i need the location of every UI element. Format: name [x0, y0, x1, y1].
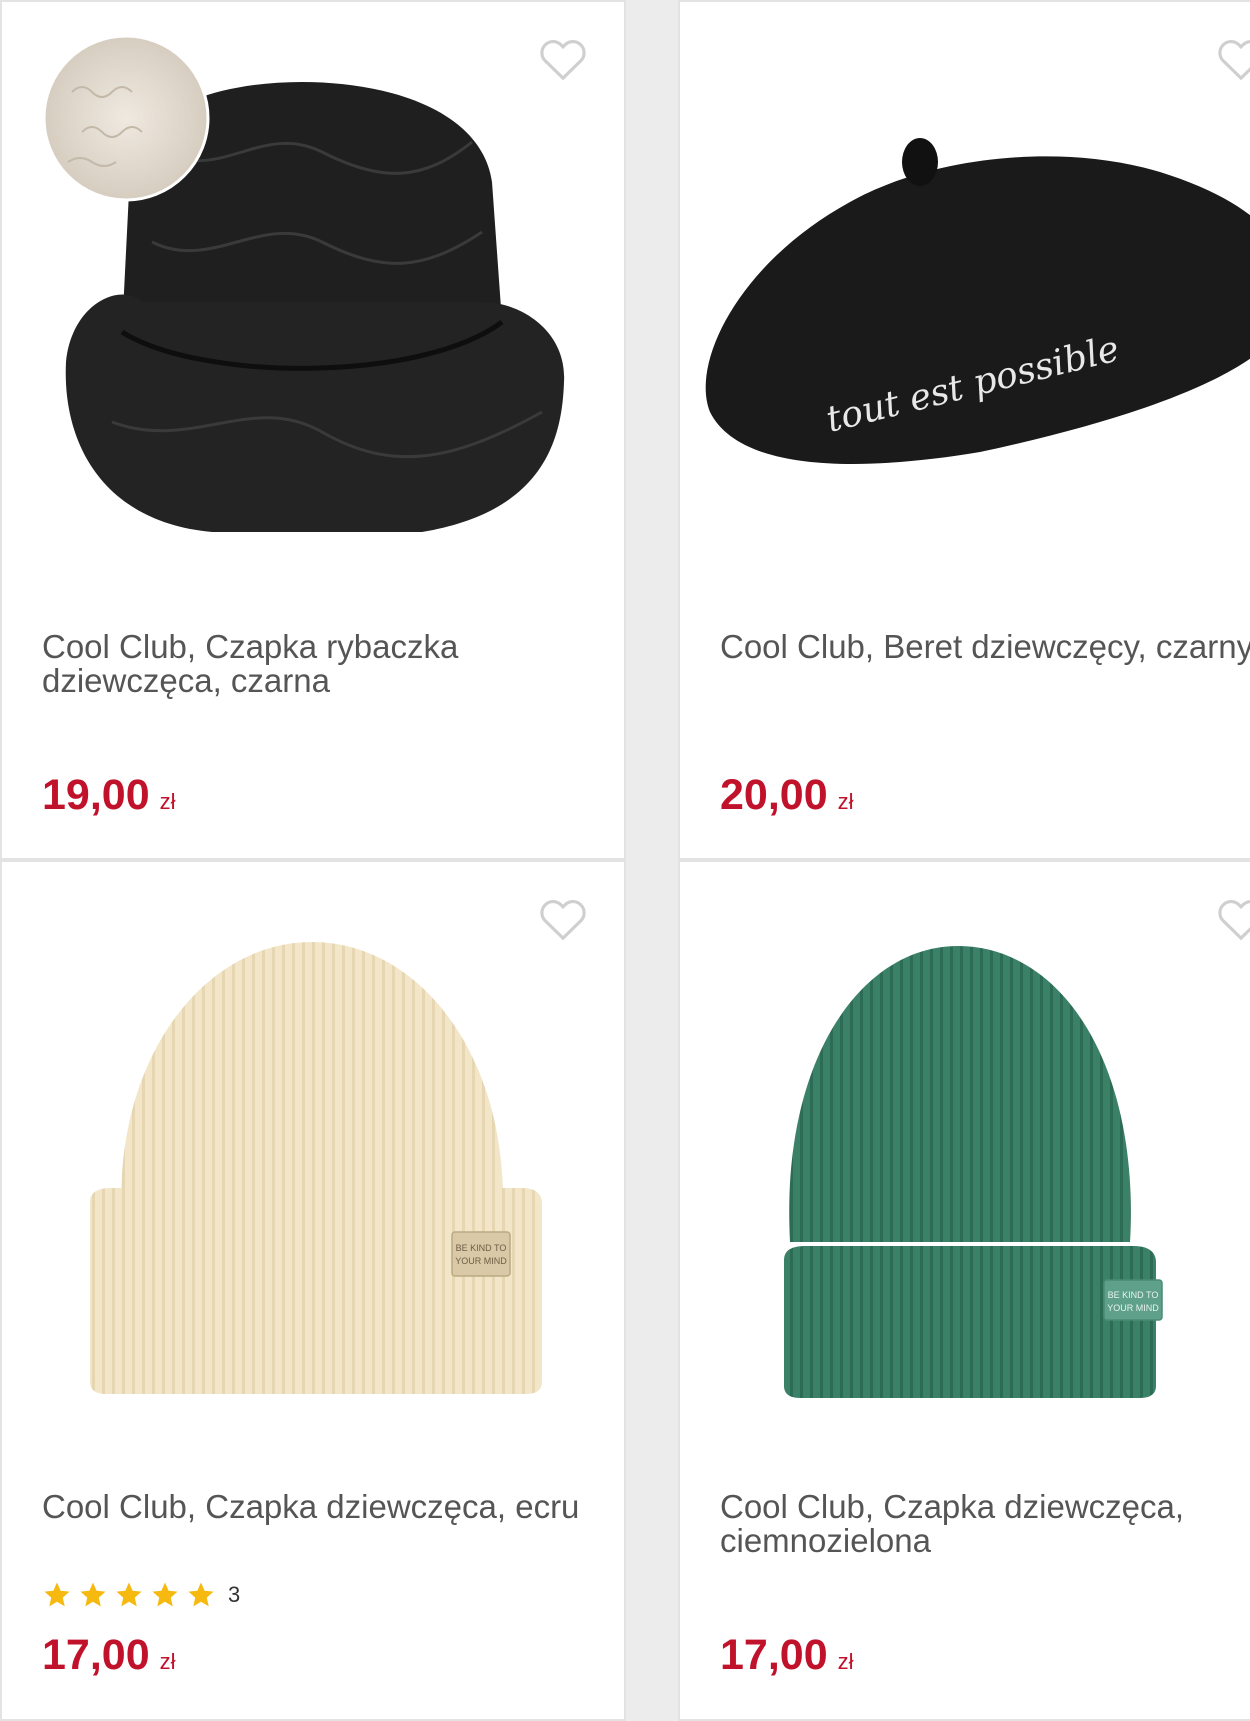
product-title[interactable]: Cool Club, Czapka rybaczka dziewczęca, c…: [42, 630, 602, 698]
product-card[interactable]: BE KIND TO YOUR MIND Cool Club, Czapka d…: [0, 860, 626, 1721]
rating-count: 3: [228, 1582, 241, 1607]
product-title[interactable]: Cool Club, Czapka dziewczęca, ecru: [42, 1490, 602, 1524]
product-price: 17,00 zł: [720, 1631, 854, 1679]
product-title[interactable]: Cool Club, Beret dziewczęcy, czarny: [720, 630, 1250, 664]
star-icon: [116, 1582, 142, 1607]
product-price: 20,00 zł: [720, 771, 854, 819]
product-image-beret[interactable]: tout est possible: [680, 2, 1250, 602]
product-title[interactable]: Cool Club, Czapka dziewczęca, ciemnoziel…: [720, 1490, 1240, 1558]
product-card[interactable]: Cool Club, Czapka rybaczka dziewczęca, c…: [0, 0, 626, 860]
star-icon: [152, 1582, 178, 1607]
product-image-green-beanie[interactable]: BE KIND TO YOUR MIND: [680, 862, 1250, 1462]
product-card[interactable]: BE KIND TO YOUR MIND Cool Club, Czapka d…: [678, 860, 1250, 1721]
svg-text:YOUR MIND: YOUR MIND: [1107, 1303, 1159, 1313]
star-icon: [188, 1582, 214, 1607]
star-icon: [80, 1582, 106, 1607]
star-icon: [44, 1582, 70, 1607]
product-image-ecru-beanie[interactable]: BE KIND TO YOUR MIND: [2, 862, 626, 1462]
product-price: 19,00 zł: [42, 771, 176, 819]
svg-text:YOUR MIND: YOUR MIND: [455, 1256, 507, 1266]
product-price: 17,00 zł: [42, 1631, 176, 1679]
svg-text:BE KIND TO: BE KIND TO: [1108, 1290, 1159, 1300]
svg-text:BE KIND TO: BE KIND TO: [456, 1243, 507, 1253]
rating: 3: [42, 1580, 240, 1610]
product-image-bucket-hat[interactable]: [2, 2, 626, 602]
product-card[interactable]: tout est possible Cool Club, Beret dziew…: [678, 0, 1250, 860]
